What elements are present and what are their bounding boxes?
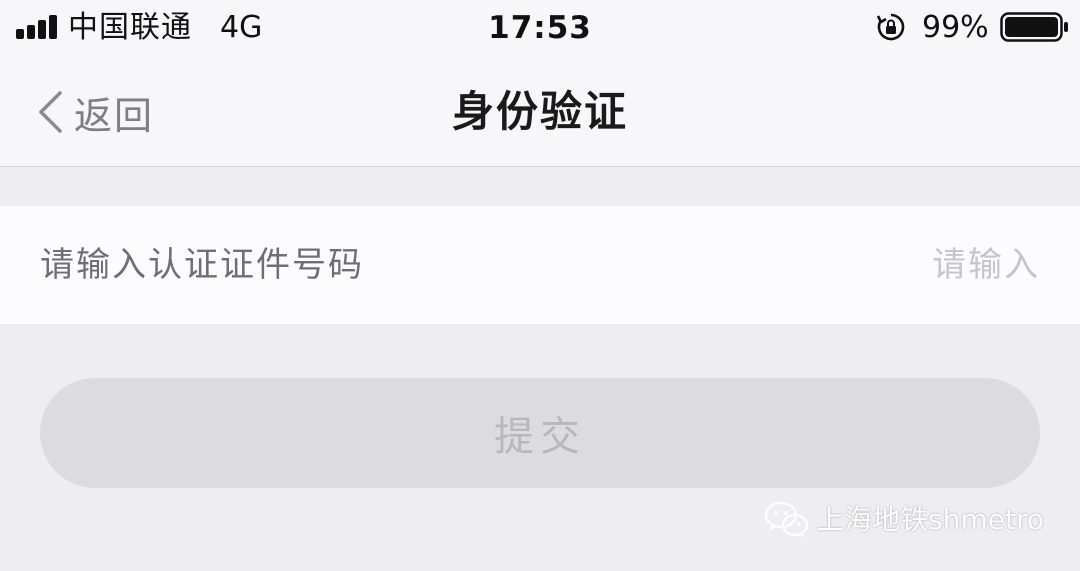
rotation-lock-icon — [876, 13, 905, 41]
id-number-input[interactable] — [660, 236, 1040, 294]
id-number-row: 请输入认证证件号码 — [0, 206, 1080, 324]
battery-icon — [1000, 12, 1068, 42]
navigation-bar: 返回 身份验证 — [0, 58, 1080, 167]
id-number-label: 请输入认证证件号码 — [40, 245, 364, 285]
watermark-text: 上海地铁shmetro — [816, 503, 1044, 536]
page-title: 身份验证 — [451, 87, 628, 136]
status-bar: 中国联通 4G 17:53 99% — [0, 0, 1080, 58]
watermark: 上海地铁shmetro — [764, 500, 1044, 540]
battery-percentage: 99% — [922, 10, 989, 45]
status-time: 17:53 — [488, 10, 592, 46]
wechat-icon — [764, 501, 809, 538]
submit-button[interactable]: 提交 — [40, 378, 1040, 488]
identity-verification-screen: 中国联通 4G 17:53 99% 返回 身份验证 请输入认证证件号码 请输入 … — [0, 0, 1080, 571]
